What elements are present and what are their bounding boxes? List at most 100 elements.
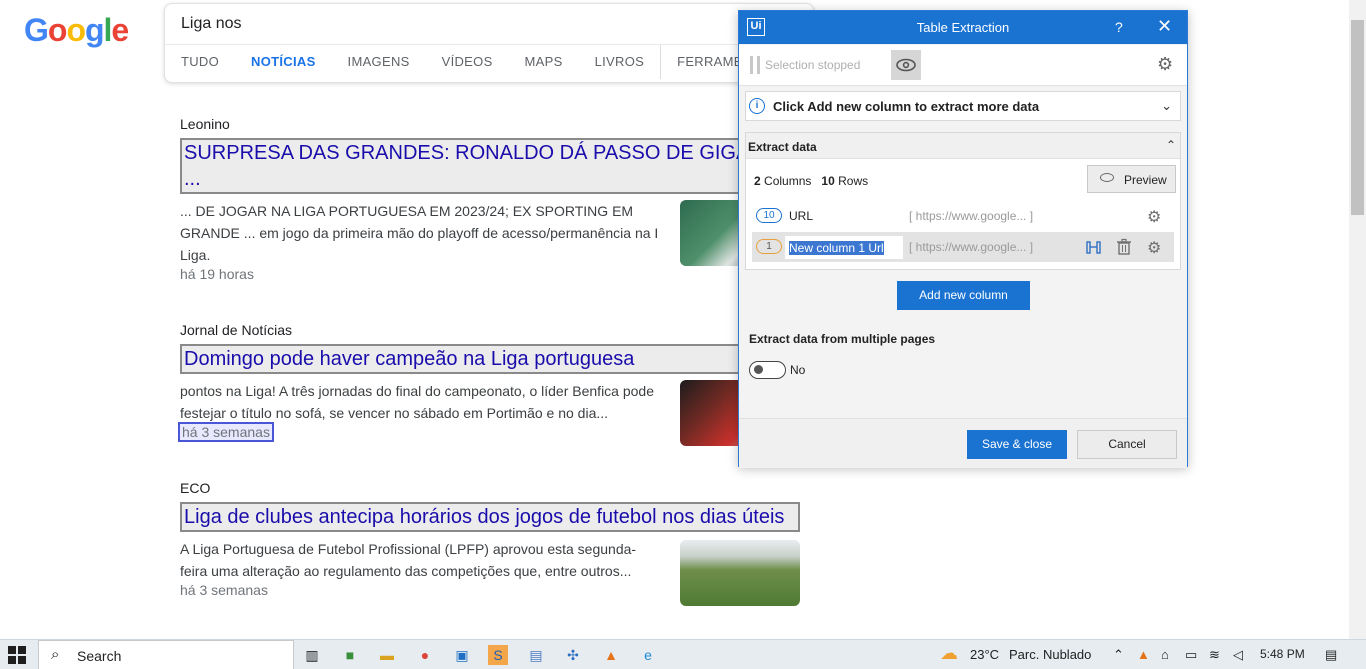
result-headline-link[interactable]: Liga de clubes antecipa horários dos jog… [180, 502, 800, 532]
result-snippet: pontos na Liga! A três jornadas do final… [180, 383, 654, 421]
result-snippet: ... DE JOGAR NA LIGA PORTUGUESA EM 2023/… [180, 203, 659, 263]
volume-icon[interactable]: ◁ [1233, 647, 1243, 663]
result-headline-link[interactable]: SURPRESA DAS GRANDES: RONALDO DÁ PASSO D… [180, 138, 800, 194]
close-icon[interactable]: ✕ [1157, 16, 1172, 37]
search-box: Liga nos TUDO NOTÍCIAS IMAGENS VÍDEOS MA… [164, 3, 814, 83]
outlook-icon[interactable]: ▣ [452, 645, 472, 665]
column-sample-value: [ https://www.google... ] [909, 209, 1034, 223]
clock-time[interactable]: 5:48 PM [1260, 647, 1305, 661]
help-icon[interactable]: ? [1115, 19, 1123, 35]
multi-pages-value: No [790, 363, 806, 377]
news-result: Leonino SURPRESA DAS GRANDES: RONALDO DÁ… [180, 116, 800, 282]
camera-icon[interactable]: ⌂ [1161, 647, 1169, 662]
row-count-badge: 1 [756, 239, 782, 254]
scrollbar-thumb[interactable] [1351, 20, 1364, 215]
toggle-knob [754, 365, 763, 374]
internet-explorer-icon[interactable]: e [638, 645, 658, 665]
result-source: Leonino [180, 116, 230, 132]
rows-label: Rows [838, 174, 869, 188]
multi-pages-toggle[interactable] [749, 361, 786, 379]
search-divider [165, 44, 813, 45]
tab-videos[interactable]: VÍDEOS [442, 54, 493, 79]
tab-maps[interactable]: MAPS [525, 54, 563, 79]
wifi-icon[interactable]: ≋ [1209, 647, 1220, 663]
result-time: há 19 horas [180, 266, 254, 282]
add-new-column-button[interactable]: Add new column [897, 281, 1030, 310]
column-settings-gear-icon[interactable]: ⚙ [1147, 207, 1161, 227]
app-icon[interactable]: ✣ [563, 645, 583, 665]
target-bracket-icon [1086, 241, 1101, 254]
taskbar: ⌕ Search ▥ ■ ▬ ● ▣ S ▤ ✣ ▲ e ☁ 23°C Parc… [0, 639, 1366, 669]
column-select-target-icon[interactable] [1085, 238, 1103, 261]
extract-data-panel: Extract data ⌃ 2 Columns 10 Rows Preview… [745, 132, 1181, 270]
column-name[interactable]: URL [789, 209, 813, 223]
taskbar-search-label: Search [77, 648, 122, 664]
chevron-down-icon[interactable]: ⌄ [1161, 98, 1172, 114]
tab-noticias[interactable]: NOTÍCIAS [251, 54, 316, 79]
uipath-studio-icon[interactable]: S [488, 645, 508, 665]
info-banner[interactable]: i Click Add new column to extract more d… [745, 91, 1181, 121]
windows-start-icon[interactable] [8, 646, 26, 664]
dialog-footer: Save & close Cancel [739, 418, 1187, 468]
chevron-up-icon[interactable]: ⌃ [1113, 647, 1124, 663]
highlight-toggle-button[interactable] [891, 50, 921, 80]
result-snippet: A Liga Portuguesa de Futebol Profissiona… [180, 541, 637, 579]
table-extraction-dialog: Ui Table Extraction ? ✕ Selection stoppe… [738, 10, 1188, 468]
column-name-input[interactable]: New column 1 Url [785, 236, 903, 259]
result-source: Jornal de Notícias [180, 322, 293, 338]
chrome-icon[interactable]: ● [415, 645, 435, 665]
search-tabs: TUDO NOTÍCIAS IMAGENS VÍDEOS MAPS LIVROS… [181, 45, 810, 79]
column-row-url[interactable]: 10 URL [ https://www.google... ] ⚙ [752, 201, 1174, 231]
rows-count: 10 [821, 174, 835, 188]
pause-icon[interactable] [750, 56, 760, 74]
news-result: Jornal de Notícias Domingo pode haver ca… [178, 322, 800, 446]
column-sample-value: [ https://www.google... ] [909, 240, 1034, 254]
sticky-app-icon[interactable]: ■ [340, 645, 360, 665]
device-icon[interactable]: ▭ [1185, 647, 1197, 663]
extract-data-title: Extract data [748, 140, 817, 154]
chevron-up-icon[interactable]: ⌃ [1166, 138, 1176, 152]
selection-status: Selection stopped [765, 58, 861, 72]
notifications-icon[interactable]: ▤ [1325, 647, 1337, 663]
cancel-button[interactable]: Cancel [1077, 430, 1177, 459]
delete-trash-icon[interactable] [1116, 238, 1132, 261]
tab-livros[interactable]: LIVROS [595, 54, 644, 79]
task-view-icon[interactable]: ▥ [302, 645, 322, 665]
columns-count: 2 [754, 174, 761, 188]
file-explorer-icon[interactable]: ▬ [377, 645, 397, 665]
columns-rows-count: 2 Columns 10 Rows [754, 174, 868, 188]
dialog-toolbar: Selection stopped ⚙ [739, 45, 1187, 86]
save-close-button[interactable]: Save & close [967, 430, 1067, 459]
trash-icon [1117, 238, 1131, 255]
tab-tudo[interactable]: TUDO [181, 54, 219, 79]
notepad-icon[interactable]: ▤ [526, 645, 546, 665]
screen: Google Liga nos TUDO NOTÍCIAS IMAGENS VÍ… [0, 0, 1366, 669]
result-headline-link[interactable]: Domingo pode haver campeão na Liga portu… [180, 344, 800, 374]
tab-imagens[interactable]: IMAGENS [348, 54, 410, 79]
row-count-badge: 10 [756, 208, 782, 223]
tabs-separator [660, 45, 662, 79]
weather-icon[interactable]: ☁ [940, 643, 958, 664]
column-row-new-column[interactable]: 1 New column 1 Url [ https://www.google.… [752, 232, 1174, 262]
result-source: ECO [180, 480, 211, 496]
settings-gear-icon[interactable]: ⚙ [1157, 54, 1173, 75]
info-icon: i [749, 98, 765, 114]
extract-data-header[interactable]: Extract data ⌃ [746, 133, 1180, 159]
multi-pages-label: Extract data from multiple pages [749, 332, 936, 346]
google-logo[interactable]: Google [24, 12, 129, 49]
weather-desc[interactable]: Parc. Nublado [1009, 647, 1091, 662]
page-scrollbar[interactable] [1349, 0, 1366, 639]
search-input[interactable]: Liga nos [181, 15, 242, 33]
preview-button[interactable]: Preview [1087, 165, 1176, 193]
result-thumbnail[interactable] [680, 540, 800, 606]
eye-icon [896, 58, 916, 72]
search-icon: ⌕ [51, 646, 60, 663]
eye-icon [1100, 173, 1114, 182]
column-settings-gear-icon[interactable]: ⚙ [1147, 238, 1161, 258]
vlc-tray-icon[interactable]: ▲ [1137, 647, 1150, 662]
taskbar-search[interactable]: ⌕ Search [38, 640, 294, 669]
weather-temp[interactable]: 23°C [970, 647, 999, 662]
column-name-selected-text: New column 1 Url [789, 241, 884, 255]
dialog-titlebar: Ui Table Extraction ? ✕ [739, 11, 1187, 44]
vlc-icon[interactable]: ▲ [601, 645, 621, 665]
